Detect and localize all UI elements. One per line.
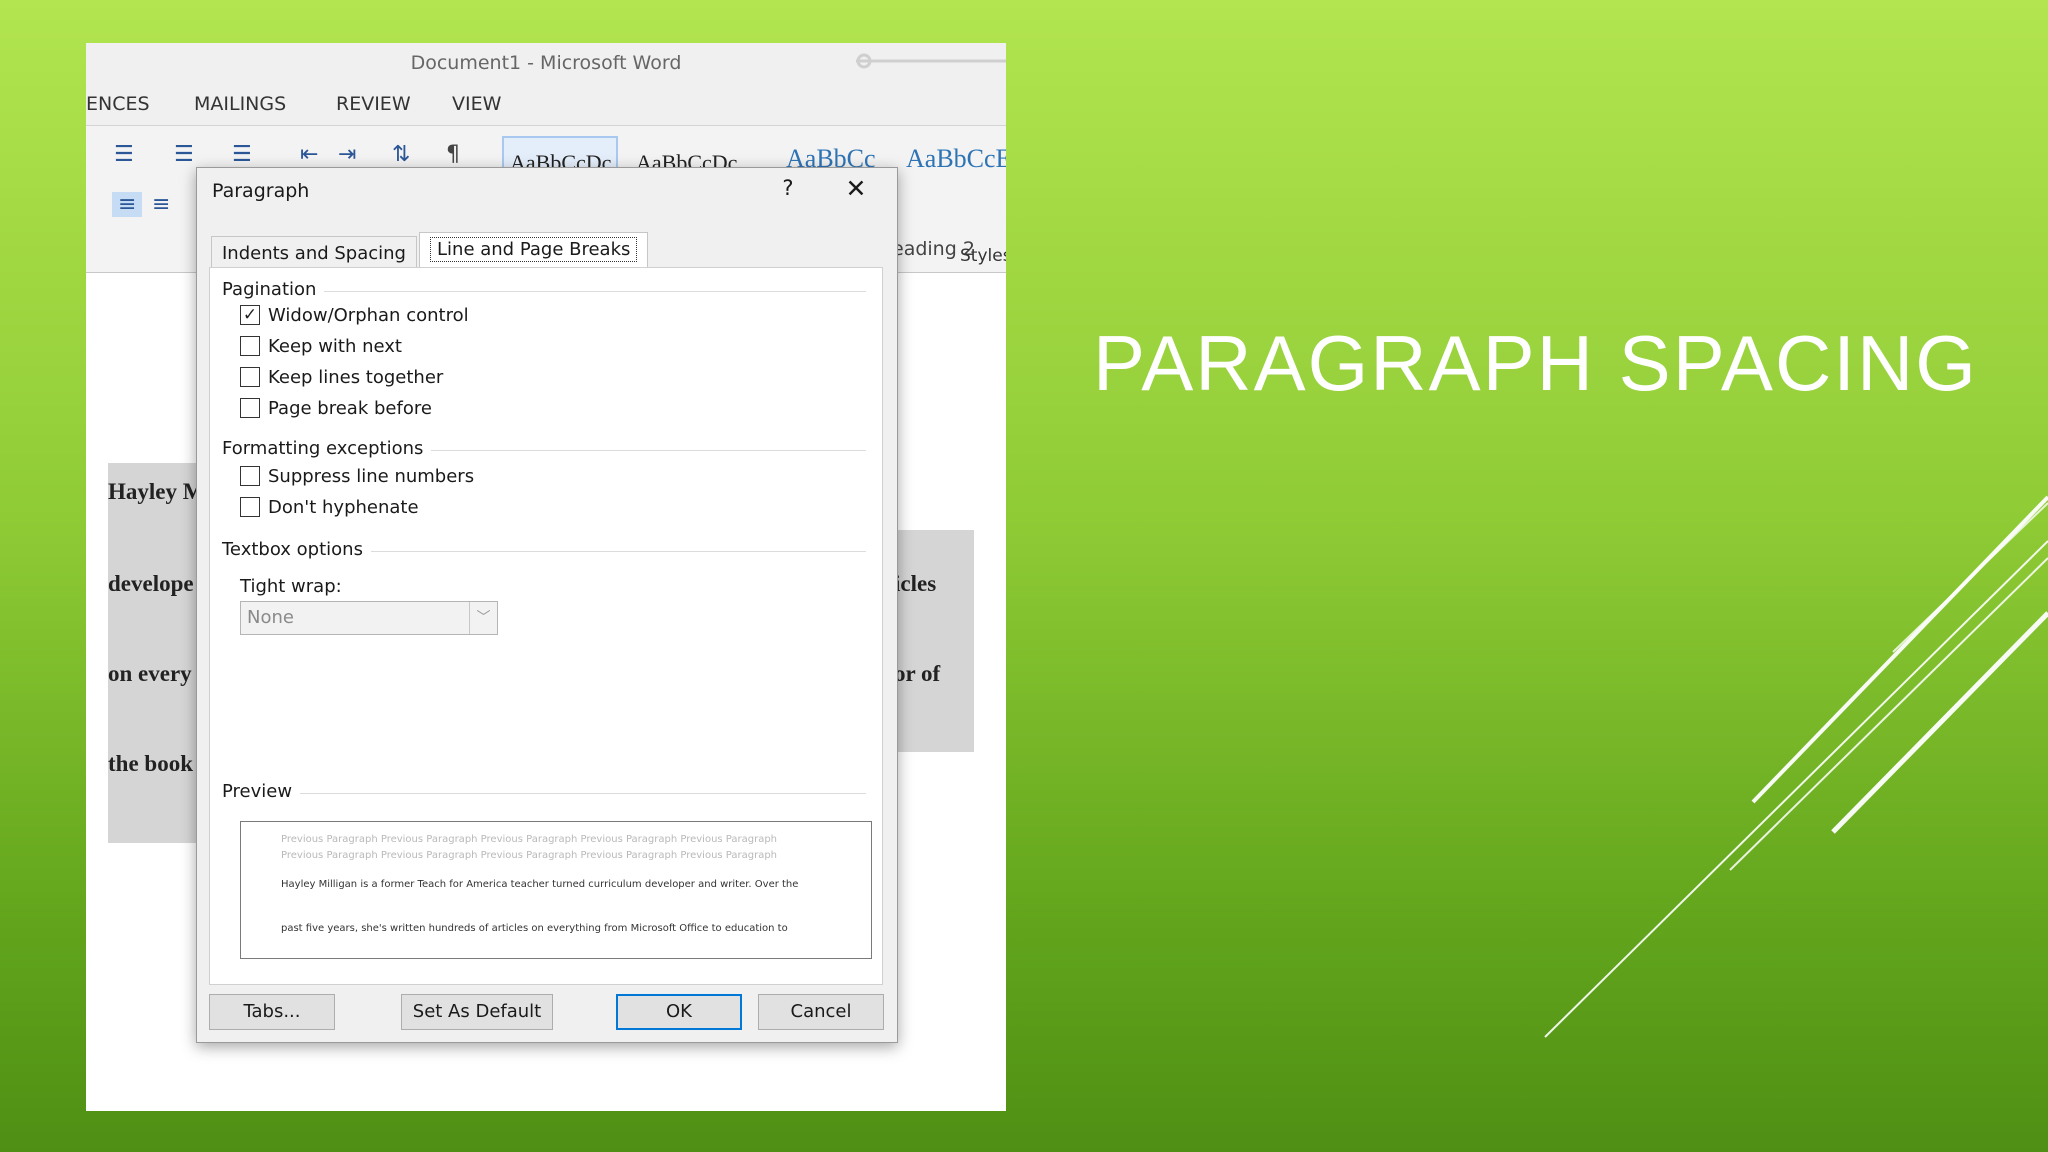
doc-text-line: on every bbox=[108, 661, 192, 686]
pagination-label: Pagination bbox=[222, 279, 325, 300]
tab-line-and-page-breaks[interactable]: Line and Page Breaks bbox=[419, 232, 649, 269]
numbering-icon[interactable]: ☰ bbox=[174, 142, 194, 167]
preview-current-line: past five years, she's written hundreds … bbox=[281, 923, 788, 934]
paragraph-dialog: Paragraph ? ✕ Indents and Spacing Line a… bbox=[196, 167, 898, 1043]
section-divider bbox=[370, 551, 866, 552]
multilevel-list-icon[interactable]: ☰ bbox=[232, 142, 252, 167]
keep-with-next-row[interactable]: Keep with next bbox=[240, 334, 402, 358]
style-heading-2[interactable]: AaBbCcE bbox=[906, 144, 1006, 174]
paragraph-preview: Previous Paragraph Previous Paragraph Pr… bbox=[240, 821, 872, 959]
dialog-title: Paragraph bbox=[212, 180, 310, 202]
page-break-before-label: Page break before bbox=[268, 397, 432, 419]
page-break-before-checkbox[interactable] bbox=[240, 398, 260, 418]
dont-hyphenate-checkbox[interactable] bbox=[240, 497, 260, 517]
set-as-default-button[interactable]: Set As Default bbox=[401, 994, 553, 1030]
tight-wrap-value: None bbox=[247, 607, 294, 628]
section-divider bbox=[420, 450, 866, 451]
cancel-button[interactable]: Cancel bbox=[758, 994, 884, 1030]
increase-indent-icon[interactable]: ⇥ bbox=[338, 142, 356, 167]
suppress-line-numbers-row[interactable]: Suppress line numbers bbox=[240, 464, 474, 488]
preview-current-line: Hayley Milligan is a former Teach for Am… bbox=[281, 879, 799, 890]
sort-icon[interactable]: ⇅ bbox=[392, 142, 410, 167]
bullets-icon[interactable]: ☰ bbox=[114, 142, 134, 167]
preview-label: Preview bbox=[222, 781, 301, 802]
styles-group-label: Styles bbox=[960, 246, 1006, 266]
keep-lines-together-row[interactable]: Keep lines together bbox=[240, 365, 443, 389]
tight-wrap-select[interactable]: None ﹀ bbox=[240, 601, 498, 635]
formatting-exceptions-label: Formatting exceptions bbox=[222, 438, 432, 459]
tab-line-and-page-breaks-label: Line and Page Breaks bbox=[430, 237, 638, 262]
pilcrow-icon[interactable]: ¶ bbox=[446, 142, 460, 167]
suppress-line-numbers-label: Suppress line numbers bbox=[268, 465, 475, 487]
decrease-indent-icon[interactable]: ⇤ bbox=[300, 142, 318, 167]
widow-orphan-checkbox[interactable]: ✓ bbox=[240, 305, 260, 325]
preview-previous-line: Previous Paragraph Previous Paragraph Pr… bbox=[281, 850, 778, 861]
textbox-options-label: Textbox options bbox=[222, 539, 371, 560]
keep-with-next-label: Keep with next bbox=[268, 335, 402, 357]
preview-previous-line: Previous Paragraph Previous Paragraph Pr… bbox=[281, 834, 778, 845]
doc-text-line: or of bbox=[894, 661, 941, 686]
slide-title: PARAGRAPH SPACING bbox=[1093, 319, 1978, 407]
keep-with-next-checkbox[interactable] bbox=[240, 336, 260, 356]
align-left-icon[interactable]: ≡ bbox=[112, 192, 143, 217]
ribbon-tabs: ENCES MAILINGS REVIEW VIEW bbox=[86, 83, 1006, 125]
doc-text-line: the book bbox=[108, 751, 193, 776]
keep-lines-together-checkbox[interactable] bbox=[240, 367, 260, 387]
ok-button[interactable]: OK bbox=[616, 994, 742, 1030]
chevron-down-icon[interactable]: ﹀ bbox=[469, 602, 497, 634]
ribbon-tab-review[interactable]: REVIEW bbox=[336, 93, 411, 115]
ribbon-tab-view[interactable]: VIEW bbox=[452, 93, 501, 115]
doc-text-line: develope bbox=[108, 571, 194, 596]
dont-hyphenate-row[interactable]: Don't hyphenate bbox=[240, 495, 419, 519]
ribbon-tab-references[interactable]: ENCES bbox=[86, 93, 150, 115]
selection-highlight-right bbox=[886, 530, 974, 752]
close-icon[interactable]: ✕ bbox=[841, 174, 871, 203]
doc-text-line: icles bbox=[894, 571, 937, 596]
dont-hyphenate-label: Don't hyphenate bbox=[268, 496, 419, 518]
align-center-icon[interactable]: ≡ bbox=[152, 192, 170, 217]
section-divider bbox=[310, 291, 866, 292]
doc-text-line: Hayley M bbox=[108, 479, 205, 504]
help-icon[interactable]: ? bbox=[773, 176, 803, 200]
keep-lines-together-label: Keep lines together bbox=[268, 366, 444, 388]
tabs-button[interactable]: Tabs... bbox=[209, 994, 335, 1030]
section-divider bbox=[300, 793, 866, 794]
tight-wrap-label: Tight wrap: bbox=[240, 576, 342, 597]
ribbon-tab-mailings[interactable]: MAILINGS bbox=[194, 93, 286, 115]
suppress-line-numbers-checkbox[interactable] bbox=[240, 466, 260, 486]
tab-panel: Pagination ✓ Widow/Orphan control Keep w… bbox=[209, 267, 883, 985]
tab-indents-and-spacing[interactable]: Indents and Spacing bbox=[211, 236, 417, 268]
widow-orphan-row[interactable]: ✓ Widow/Orphan control bbox=[240, 303, 469, 327]
page-break-before-row[interactable]: Page break before bbox=[240, 396, 432, 420]
widow-orphan-label: Widow/Orphan control bbox=[268, 304, 469, 326]
